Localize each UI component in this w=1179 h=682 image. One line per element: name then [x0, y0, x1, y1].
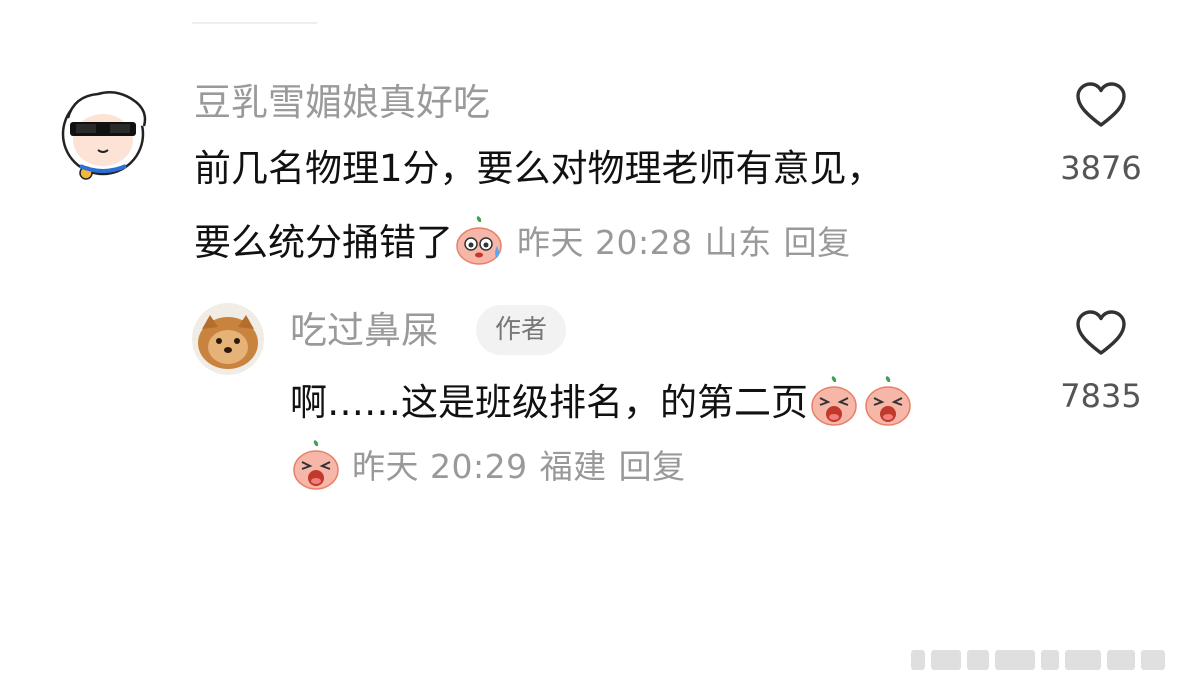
heart-outline-icon: [1076, 82, 1126, 127]
avatar[interactable]: [50, 78, 156, 184]
comment-location: 福建: [539, 446, 607, 486]
reply-button[interactable]: 回复: [784, 223, 851, 262]
comment-text-line-with-meta: 要么统分捅错了 昨天 20:28 山东 回复: [194, 216, 851, 268]
like-button[interactable]: [1075, 82, 1127, 128]
username[interactable]: 豆乳雪媚娘真好吃: [194, 84, 490, 121]
shiba-dog-avatar-icon: [192, 303, 264, 375]
crying-peach-emoji-icon: [808, 376, 860, 428]
like-count: 3876: [1060, 149, 1142, 187]
like-count: 7835: [1060, 377, 1142, 415]
comment-location: 山东: [704, 222, 772, 262]
comment-time: 昨天 20:29: [352, 446, 528, 486]
author-badge: 作者: [476, 305, 567, 355]
comment-text: 啊……这是班级排名，的第二页: [290, 380, 808, 424]
avatar[interactable]: [192, 303, 264, 375]
username[interactable]: 吃过鼻屎: [290, 312, 438, 349]
crying-peach-emoji-icon: [290, 440, 342, 492]
comment-text-line: 啊……这是班级排名，的第二页: [290, 376, 914, 428]
watermark: [911, 648, 1171, 672]
comment-text-line: 前几名物理1分，要么对物理老师有意见，: [194, 147, 884, 190]
reply-button[interactable]: 回复: [619, 447, 686, 486]
comment-meta: 昨天 20:29 福建 回复: [352, 450, 686, 483]
comment-meta-line: 昨天 20:29 福建 回复: [290, 440, 686, 492]
top-divider: [192, 22, 317, 24]
sweat-peach-emoji-icon: [453, 216, 505, 268]
like-button[interactable]: [1075, 310, 1127, 356]
cartoon-sheep-avatar-icon: [50, 78, 156, 184]
comment-text: 要么统分捅错了: [194, 220, 453, 264]
heart-outline-icon: [1076, 310, 1126, 355]
crying-peach-emoji-icon: [862, 376, 914, 428]
comment-meta: 昨天 20:28 山东 回复: [517, 226, 851, 259]
comment-time: 昨天 20:28: [517, 222, 693, 262]
